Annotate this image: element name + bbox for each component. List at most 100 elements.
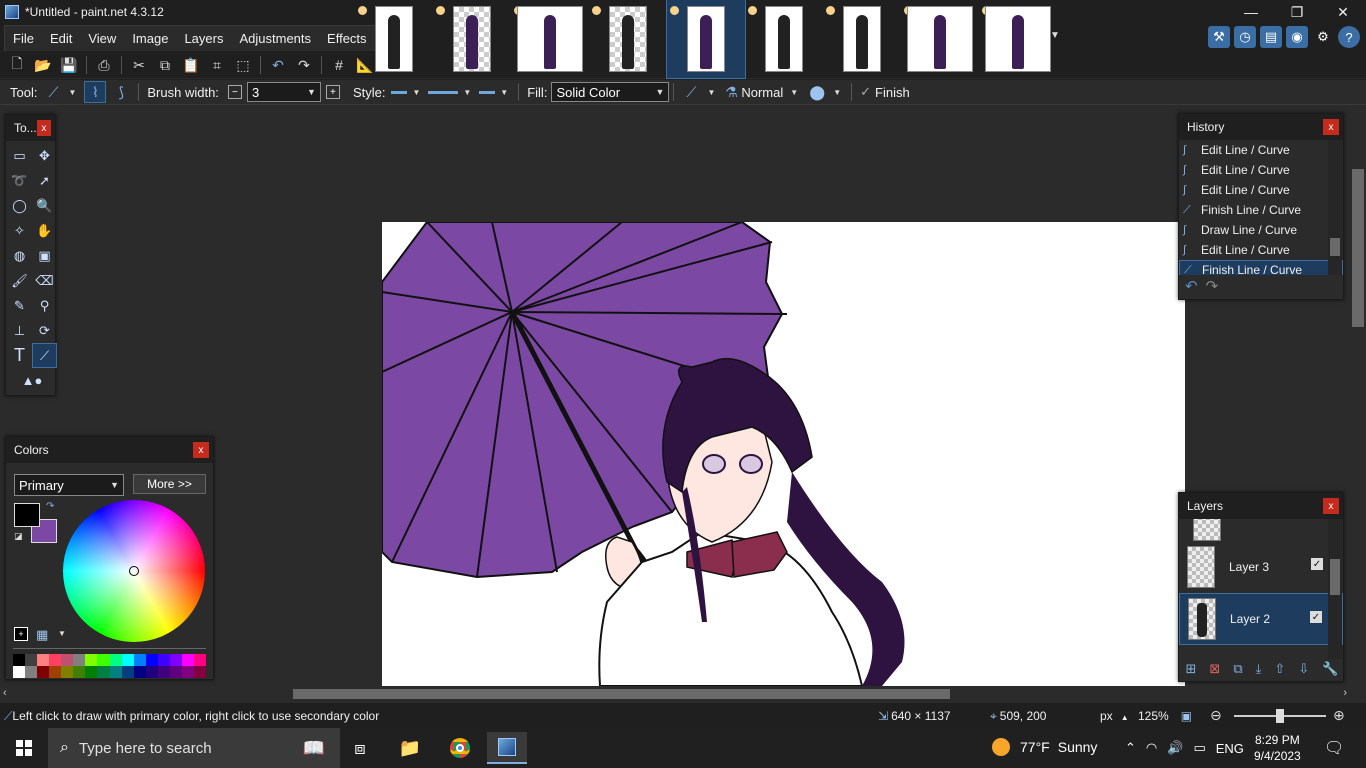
line-curve-tool-icon[interactable]: ⟋	[32, 343, 57, 368]
zoom-in-icon[interactable]: ⊕	[1333, 707, 1345, 724]
eraser-tool-icon[interactable]: ⌫	[32, 268, 57, 293]
history-item[interactable]: ∫ Edit Line / Curve	[1179, 140, 1343, 160]
primary-color-swatch[interactable]	[14, 503, 40, 527]
start-button[interactable]	[0, 728, 48, 768]
history-scrollbar[interactable]	[1328, 140, 1342, 275]
palette-swatch[interactable]	[181, 654, 194, 666]
more-colors-button[interactable]: More >>	[133, 474, 206, 494]
palette-swatch[interactable]	[157, 654, 170, 666]
unit-select[interactable]: px ▲	[1100, 709, 1129, 723]
save-icon[interactable]: 💾	[58, 54, 80, 76]
chevron-up-icon[interactable]: ⌃	[1125, 740, 1136, 756]
chevron-down-icon[interactable]: ▼	[833, 88, 841, 97]
antialiasing-icon[interactable]: ⟋	[680, 81, 702, 103]
image-tab-5-active[interactable]	[666, 0, 746, 79]
delete-layer-icon[interactable]: ⊠	[1209, 661, 1220, 677]
line-curve-tool-icon[interactable]: ⟋	[43, 81, 63, 103]
history-item[interactable]: ⟋ Finish Line / Curve	[1179, 260, 1343, 275]
palette-swatch[interactable]	[133, 654, 146, 666]
canvas-vertical-scrollbar[interactable]	[1350, 106, 1366, 686]
chevron-down-icon[interactable]: ▼	[68, 88, 76, 97]
magic-wand-tool-icon[interactable]: ✧	[7, 218, 32, 243]
palette-swatch[interactable]	[61, 666, 74, 678]
palette-swatch[interactable]	[193, 654, 206, 666]
chevron-down-icon[interactable]: ▼	[463, 88, 471, 97]
minimize-button[interactable]: —	[1228, 0, 1274, 24]
palette-swatch[interactable]	[121, 654, 134, 666]
history-item[interactable]: ∫ Draw Line / Curve	[1179, 220, 1343, 240]
task-view-icon[interactable]: ⧈	[340, 732, 380, 764]
tools-window-header[interactable]: To... x	[6, 115, 55, 141]
palette-swatch[interactable]	[157, 666, 170, 678]
settings-gear-icon[interactable]: ⚙	[1312, 26, 1334, 48]
ellipse-select-tool-icon[interactable]: ◯	[7, 193, 32, 218]
brush-width-decrease-button[interactable]: −	[227, 85, 242, 99]
palette-swatch[interactable]	[97, 654, 110, 666]
horizontal-scroll-thumb[interactable]	[293, 689, 950, 699]
brush-width-input[interactable]: 3 ▼	[246, 82, 321, 102]
battery-icon[interactable]: ▭	[1193, 740, 1205, 756]
paste-icon[interactable]: 📋	[180, 54, 202, 76]
history-item[interactable]: ∫ Edit Line / Curve	[1179, 180, 1343, 200]
search-highlight-icon[interactable]: 📖	[292, 732, 336, 764]
blend-mode-flask-icon[interactable]: ⚗	[723, 81, 739, 103]
palette-swatch[interactable]	[145, 666, 158, 678]
pan-tool-icon[interactable]: ✋	[32, 218, 57, 243]
language-indicator[interactable]: ENG	[1216, 741, 1244, 756]
layers-window-toggle-icon[interactable]: ▤	[1260, 26, 1282, 48]
pencil-tool-icon[interactable]: ✎	[7, 293, 32, 318]
history-window-header[interactable]: History x	[1179, 114, 1343, 140]
gradient-tool-icon[interactable]: ▣	[32, 243, 57, 268]
tools-close-icon[interactable]: x	[36, 120, 51, 136]
colors-window-toggle-icon[interactable]: ◉	[1286, 26, 1308, 48]
grid-icon[interactable]: #	[328, 54, 350, 76]
palette-swatch[interactable]	[193, 666, 206, 678]
image-tab-9[interactable]	[979, 0, 1057, 78]
layers-scroll-thumb[interactable]	[1330, 559, 1340, 595]
palette-swatch[interactable]	[49, 654, 62, 666]
weather-widget[interactable]: 77°F Sunny	[992, 738, 1097, 756]
palette-swatch[interactable]	[85, 666, 98, 678]
history-item[interactable]: ∫ Edit Line / Curve	[1179, 240, 1343, 260]
image-canvas[interactable]	[382, 222, 1185, 686]
image-tab-8[interactable]	[901, 0, 979, 78]
zoom-out-icon[interactable]: ⊖	[1210, 707, 1222, 724]
tools-window-toggle-icon[interactable]: ⚒	[1208, 26, 1230, 48]
open-folder-icon[interactable]: 📂	[32, 54, 54, 76]
chevron-down-icon[interactable]: ▼	[790, 88, 798, 97]
chevron-down-icon[interactable]: ▼	[412, 88, 420, 97]
history-window-toggle-icon[interactable]: ◷	[1234, 26, 1256, 48]
layer-visibility-checkbox[interactable]: ✓	[1310, 611, 1322, 623]
paint-net-taskbar-icon[interactable]	[487, 732, 527, 764]
canvas-horizontal-scrollbar[interactable]: ‹ ›	[0, 686, 1350, 702]
palette-swatch[interactable]	[85, 654, 98, 666]
palette-swatch[interactable]	[169, 666, 182, 678]
zoom-slider-knob[interactable]	[1276, 709, 1284, 723]
tab-list-dropdown-icon[interactable]: ▼	[1050, 30, 1060, 41]
palette-swatch[interactable]	[61, 654, 74, 666]
chevron-down-icon[interactable]: ▼	[110, 480, 119, 490]
palette-swatch[interactable]	[13, 666, 26, 678]
merge-layer-down-icon[interactable]: ⤓	[1256, 661, 1262, 677]
recolor-tool-icon[interactable]: ⟳	[32, 318, 57, 343]
file-explorer-icon[interactable]: 📁	[390, 732, 430, 764]
palette-swatch[interactable]	[109, 654, 122, 666]
shapes-tool-icon[interactable]: ▲●	[7, 368, 57, 393]
vertical-scroll-thumb[interactable]	[1352, 169, 1364, 327]
notification-icon[interactable]: 🗨	[1324, 738, 1344, 758]
palette-swatch[interactable]	[73, 654, 86, 666]
colors-window-header[interactable]: Colors x	[6, 437, 213, 463]
layers-scrollbar[interactable]	[1328, 519, 1342, 659]
lasso-select-tool-icon[interactable]: ➰	[7, 168, 32, 193]
spline-mode-icon[interactable]: ⌇	[84, 81, 107, 103]
duplicate-layer-icon[interactable]: ⧉	[1233, 661, 1242, 677]
menu-image[interactable]: Image	[124, 26, 176, 51]
finish-button[interactable]: Finish	[875, 85, 910, 100]
palette-swatch[interactable]	[181, 666, 194, 678]
layer-item-partial[interactable]	[1179, 519, 1343, 541]
bezier-mode-icon[interactable]: ⟆	[110, 81, 132, 103]
menu-layers[interactable]: Layers	[176, 26, 231, 51]
redo-icon[interactable]: ↷	[1206, 277, 1219, 295]
chevron-up-icon[interactable]: ▲	[1121, 713, 1129, 722]
move-selection-tool-icon[interactable]: ➚	[32, 168, 57, 193]
